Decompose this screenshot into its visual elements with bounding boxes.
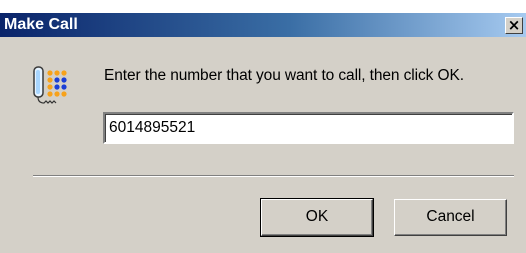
window-title: Make Call (4, 16, 78, 33)
dialog-body: Enter the number that you want to call, … (0, 37, 526, 253)
phone-keypad-icon (33, 66, 67, 104)
call-prompt: Enter the number that you want to call, … (104, 67, 464, 84)
ok-button[interactable]: OK (260, 198, 374, 237)
close-icon: × (507, 16, 521, 34)
phone-number-input[interactable] (103, 112, 514, 144)
cancel-button[interactable]: Cancel (394, 199, 507, 236)
make-call-dialog: Make Call × Enter the number that you wa… (0, 0, 526, 253)
separator-line (33, 175, 514, 177)
close-button[interactable]: × (505, 17, 523, 34)
title-bar[interactable]: Make Call × (0, 13, 526, 37)
